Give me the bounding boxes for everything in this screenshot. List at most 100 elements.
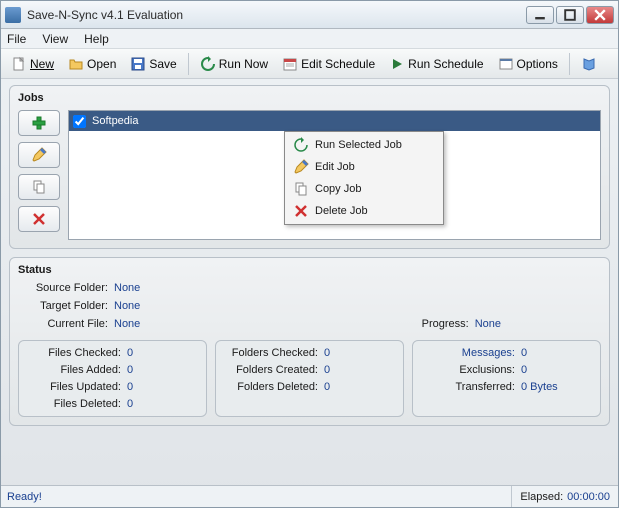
minimize-icon	[532, 7, 548, 23]
toolbar: New Open Save Run Now Edit Schedule Run …	[1, 49, 618, 79]
run-schedule-label: Run Schedule	[408, 57, 483, 71]
transferred-value: 0 Bytes	[521, 381, 558, 393]
edit-schedule-label: Edit Schedule	[301, 57, 375, 71]
app-icon	[5, 7, 21, 23]
edit-schedule-icon	[282, 56, 298, 72]
help-button[interactable]	[575, 53, 603, 75]
ctx-copy-label: Copy Job	[315, 183, 361, 195]
open-folder-icon	[68, 56, 84, 72]
run-icon	[293, 137, 309, 153]
ctx-run-label: Run Selected Job	[315, 139, 402, 151]
files-checked-value: 0	[127, 347, 133, 359]
job-side-buttons	[18, 110, 60, 240]
jobs-title: Jobs	[18, 92, 601, 104]
target-folder-row: Target Folder: None	[18, 300, 601, 312]
files-added-value: 0	[127, 364, 133, 376]
current-file-label: Current File:	[22, 318, 114, 330]
save-disk-icon	[130, 56, 146, 72]
window-buttons	[526, 6, 614, 24]
delete-job-button[interactable]	[18, 206, 60, 232]
delete-x-icon	[31, 211, 47, 227]
job-row[interactable]: Softpedia	[69, 111, 600, 131]
add-job-button[interactable]	[18, 110, 60, 136]
run-schedule-button[interactable]: Run Schedule	[383, 53, 489, 75]
pencil-icon	[293, 159, 309, 175]
job-list[interactable]: Softpedia Run Selected Job Edit Job	[68, 110, 601, 240]
files-deleted-value: 0	[127, 398, 133, 410]
folders-deleted-label: Folders Deleted:	[224, 381, 324, 393]
current-file-value: None	[114, 318, 140, 330]
folders-checked-value: 0	[324, 347, 330, 359]
ctx-edit-label: Edit Job	[315, 161, 355, 173]
messages-value: 0	[521, 347, 527, 359]
help-book-icon	[581, 56, 597, 72]
ctx-edit-job[interactable]: Edit Job	[287, 156, 441, 178]
copy-icon	[31, 179, 47, 195]
ctx-run-selected[interactable]: Run Selected Job	[287, 134, 441, 156]
edit-schedule-button[interactable]: Edit Schedule	[276, 53, 381, 75]
edit-job-button[interactable]	[18, 142, 60, 168]
new-button[interactable]: New	[5, 53, 60, 75]
run-now-icon	[200, 56, 216, 72]
close-icon	[592, 7, 608, 23]
status-elapsed: Elapsed: 00:00:00	[512, 491, 618, 503]
elapsed-value: 00:00:00	[567, 491, 610, 503]
app-window: Save-N-Sync v4.1 Evaluation File View He…	[0, 0, 619, 508]
source-folder-row: Source Folder: None	[18, 282, 601, 294]
ctx-delete-job[interactable]: Delete Job	[287, 200, 441, 222]
context-menu: Run Selected Job Edit Job Copy Job	[284, 131, 444, 225]
status-group: Status Source Folder: None Target Folder…	[9, 257, 610, 426]
progress-label: Progress:	[422, 318, 475, 330]
options-button[interactable]: Options	[492, 53, 564, 75]
messages-link[interactable]: Messages:	[421, 347, 521, 359]
folders-created-value: 0	[324, 364, 330, 376]
copy-icon	[293, 181, 309, 197]
run-now-button[interactable]: Run Now	[194, 53, 274, 75]
save-button[interactable]: Save	[124, 53, 182, 75]
pencil-icon	[31, 147, 47, 163]
target-folder-value: None	[114, 300, 140, 312]
elapsed-label: Elapsed:	[520, 491, 563, 503]
maximize-button[interactable]	[556, 6, 584, 24]
files-deleted-label: Files Deleted:	[27, 398, 127, 410]
status-ready: Ready!	[1, 486, 512, 507]
folders-deleted-value: 0	[324, 381, 330, 393]
run-now-label: Run Now	[219, 57, 268, 71]
options-icon	[498, 56, 514, 72]
open-label: Open	[87, 57, 116, 71]
target-folder-label: Target Folder:	[22, 300, 114, 312]
ctx-delete-label: Delete Job	[315, 205, 368, 217]
exclusions-value: 0	[521, 364, 527, 376]
copy-job-button[interactable]	[18, 174, 60, 200]
files-checked-label: Files Checked:	[27, 347, 127, 359]
options-label: Options	[517, 57, 558, 71]
menu-help[interactable]: Help	[84, 32, 109, 46]
folders-checked-label: Folders Checked:	[224, 347, 324, 359]
close-button[interactable]	[586, 6, 614, 24]
progress-value: None	[475, 318, 501, 330]
new-file-icon	[11, 56, 27, 72]
new-label: New	[30, 57, 54, 71]
files-updated-value: 0	[127, 381, 133, 393]
exclusions-label: Exclusions:	[421, 364, 521, 376]
toolbar-separator	[569, 53, 570, 75]
delete-x-icon	[293, 203, 309, 219]
status-columns: Files Checked:0 Files Added:0 Files Upda…	[18, 340, 601, 417]
current-file-row: Current File: None Progress: None	[18, 318, 601, 330]
ctx-copy-job[interactable]: Copy Job	[287, 178, 441, 200]
transfer-stats-box: Messages:0 Exclusions:0 Transferred:0 By…	[412, 340, 601, 417]
job-name: Softpedia	[92, 115, 138, 127]
job-checkbox[interactable]	[73, 115, 86, 128]
files-added-label: Files Added:	[27, 364, 127, 376]
jobs-group: Jobs	[9, 85, 610, 249]
run-schedule-icon	[389, 56, 405, 72]
folders-created-label: Folders Created:	[224, 364, 324, 376]
files-stats-box: Files Checked:0 Files Added:0 Files Upda…	[18, 340, 207, 417]
statusbar: Ready! Elapsed: 00:00:00	[1, 485, 618, 507]
menu-view[interactable]: View	[42, 32, 68, 46]
minimize-button[interactable]	[526, 6, 554, 24]
open-button[interactable]: Open	[62, 53, 122, 75]
transferred-label: Transferred:	[421, 381, 521, 393]
save-label: Save	[149, 57, 176, 71]
menu-file[interactable]: File	[7, 32, 26, 46]
